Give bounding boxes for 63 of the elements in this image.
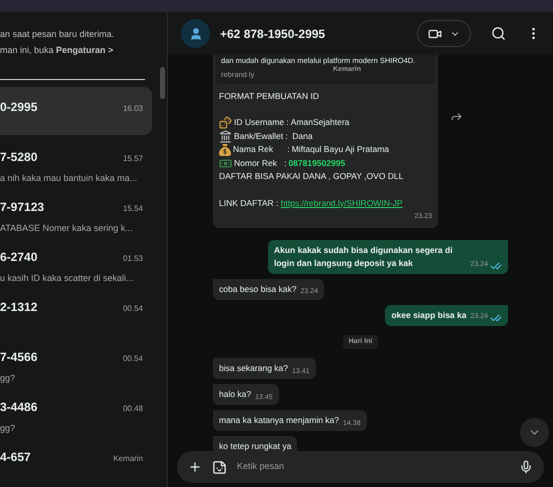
- chat-title: +62 878-1950-2995: [220, 26, 326, 42]
- chat-time: Kemarin: [113, 453, 143, 465]
- contact-name: 3-4486: [0, 399, 38, 416]
- field-label: Nama Rek :: [233, 143, 290, 156]
- message-text: DAFTAR BISA PAKAI DANA , GOPAY ,OVO DLL: [219, 170, 404, 183]
- field-value: Miftaqul Bayu Aji Pratama: [292, 143, 390, 156]
- video-call-button[interactable]: [417, 20, 471, 47]
- banknote-icon: [219, 156, 232, 170]
- field-value: AmanSejahtera: [290, 116, 350, 129]
- contact-name: 4-657: [0, 449, 31, 466]
- field-value: 087819502995: [288, 156, 346, 170]
- chat-time: 00.48: [122, 403, 143, 415]
- add-icon[interactable]: [188, 460, 202, 474]
- link-label: LINK DAFTAR :: [219, 196, 280, 210]
- message-preview: gg?: [0, 422, 16, 435]
- contact-name: 7-5280: [0, 149, 38, 166]
- money-bag-icon: [219, 144, 231, 156]
- chat-time: 15.57: [122, 153, 143, 165]
- chat-time: 16.03: [122, 103, 143, 115]
- chat-list-item[interactable]: 7-4566 00.54 gg?: [0, 337, 152, 385]
- chat-list-item[interactable]: 6-2740 01.53 u kasih ID kaka scatter di sekali...: [0, 237, 152, 285]
- contact-name: 6-2740: [0, 249, 38, 266]
- chat-time: 00.54: [122, 353, 143, 365]
- contact-name: 7-4566: [0, 349, 38, 366]
- chat-list-item[interactable]: 0-2995 16.03: [0, 87, 152, 135]
- message-heading: FORMAT PEMBUATAN ID: [219, 90, 320, 102]
- message-text: mana ka katanya menjamin ka?: [219, 414, 340, 427]
- avatar-icon: [181, 19, 210, 48]
- contact-name: 0-2995: [0, 99, 38, 116]
- chat-list-item[interactable]: 4-657 Kemarin: [0, 437, 152, 485]
- field-label: Bank/Ewallet :: [234, 130, 289, 142]
- chat-list-item[interactable]: 7-97123 15.54 ATABASE Nomer kaka sering k...: [0, 187, 152, 235]
- registration-link[interactable]: https://rebrand.ly/SHIROWIN-JP: [280, 196, 403, 210]
- message-text: halo ka?: [219, 388, 252, 401]
- chat-list-item[interactable]: 3-4486 00.48 gg?: [0, 387, 152, 435]
- scrollbar-thumb: [160, 67, 165, 99]
- contact-name: 2-1312: [0, 299, 38, 316]
- chat-list-item[interactable]: 2-1312 00.54: [0, 287, 152, 335]
- message-preview: a nih kaka mau bantuin kaka ma...: [0, 172, 138, 185]
- chat-time: 15.54: [122, 203, 143, 215]
- message-preview: u kasih ID kaka scatter di sekali...: [0, 272, 135, 285]
- message-preview: ATABASE Nomer kaka sering k...: [0, 222, 134, 235]
- message-text: Akun kakak sudah bisa digunakan segera di login dan langsung deposit ya kak: [274, 244, 454, 270]
- message-text: okee siapp bisa ka: [391, 308, 466, 322]
- message-text: ko tetep rungkat ya: [219, 440, 292, 451]
- sticker-icon[interactable]: [212, 460, 227, 474]
- dice-icon: [219, 116, 232, 130]
- microphone-icon[interactable]: [519, 460, 533, 474]
- notice-text: man ini, buka Pengaturan >: [0, 44, 114, 57]
- chat-time: 01.53: [122, 253, 143, 265]
- message-text: bisa sekarang ka?: [219, 362, 288, 375]
- message-text: coba beso bisa kak?: [219, 282, 296, 296]
- notice-text: an saat pesan baru diterima.: [0, 28, 116, 41]
- chat-time: 00.54: [122, 303, 143, 315]
- field-label: Nomor Rek :: [234, 156, 286, 170]
- contact-name: 7-97123: [0, 199, 44, 216]
- field-value: Dana: [292, 130, 313, 142]
- message-preview: gg?: [0, 372, 16, 385]
- field-label: ID Username :: [234, 116, 289, 129]
- search-icon[interactable]: [491, 26, 506, 41]
- chat-list-item[interactable]: 7-5280 15.57 a nih kaka mau bantuin kaka ma...: [0, 137, 152, 185]
- message-field[interactable]: Ketik pesan: [177, 451, 544, 483]
- bank-icon: [219, 130, 232, 143]
